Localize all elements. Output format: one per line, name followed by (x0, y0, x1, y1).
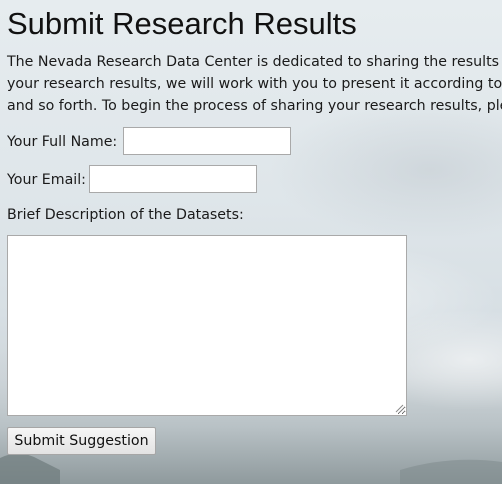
resize-grip-icon[interactable] (395, 404, 404, 413)
submission-page: Submit Research Results The Nevada Resea… (0, 0, 502, 484)
description-textarea[interactable] (7, 235, 407, 416)
intro-line: your research results, we will work with… (7, 76, 502, 92)
intro-paragraph: The Nevada Research Data Center is dedic… (7, 51, 502, 117)
email-label: Your Email: (7, 172, 86, 188)
intro-line: The Nevada Research Data Center is dedic… (7, 54, 502, 70)
full-name-input[interactable] (123, 127, 291, 155)
full-name-label: Your Full Name: (7, 134, 118, 150)
description-label: Brief Description of the Datasets: (7, 207, 244, 223)
submit-suggestion-button[interactable]: Submit Suggestion (7, 427, 156, 455)
page-title: Submit Research Results (7, 6, 357, 41)
email-input[interactable] (89, 165, 257, 193)
intro-line: and so forth. To begin the process of sh… (7, 98, 502, 114)
